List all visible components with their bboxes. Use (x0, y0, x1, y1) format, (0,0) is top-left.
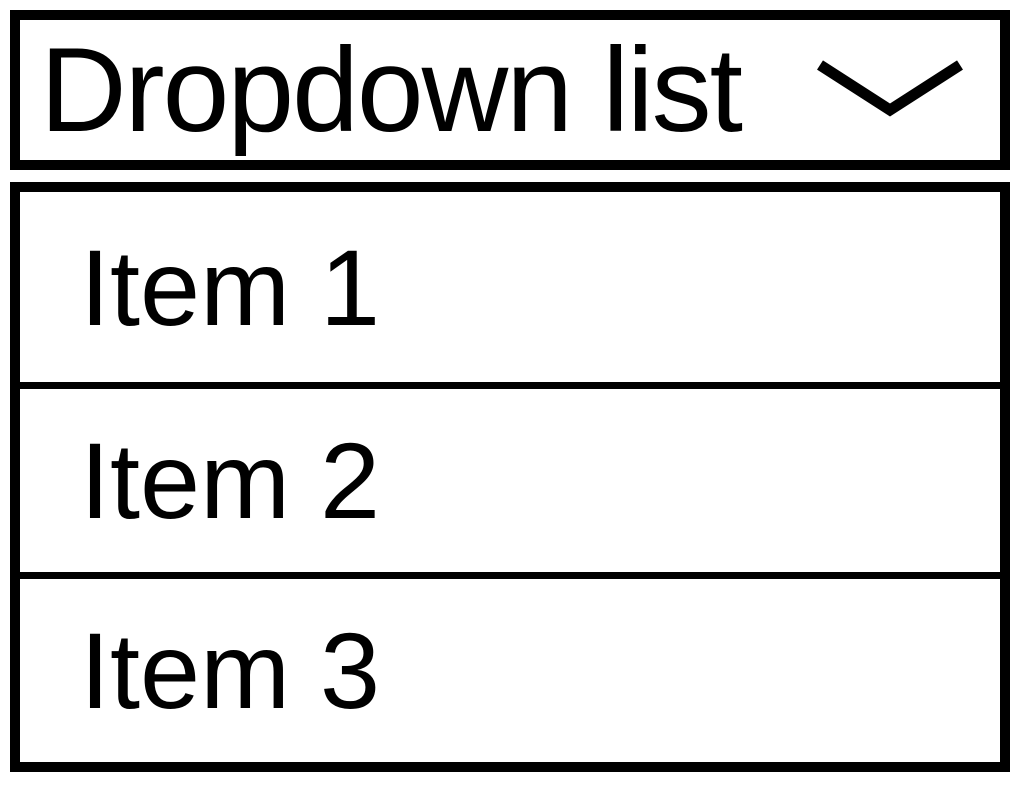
dropdown-list: Item 1 Item 2 Item 3 (10, 182, 1010, 772)
dropdown-item[interactable]: Item 3 (20, 572, 1000, 762)
dropdown-item[interactable]: Item 2 (20, 382, 1000, 572)
dropdown-trigger[interactable]: Dropdown list (10, 10, 1010, 170)
dropdown-item[interactable]: Item 1 (20, 192, 1000, 382)
dropdown-item-label: Item 1 (80, 225, 380, 350)
chevron-down-icon (810, 50, 970, 130)
dropdown-label: Dropdown list (40, 21, 741, 159)
dropdown-item-label: Item 3 (80, 608, 380, 733)
dropdown-item-label: Item 2 (80, 418, 380, 543)
